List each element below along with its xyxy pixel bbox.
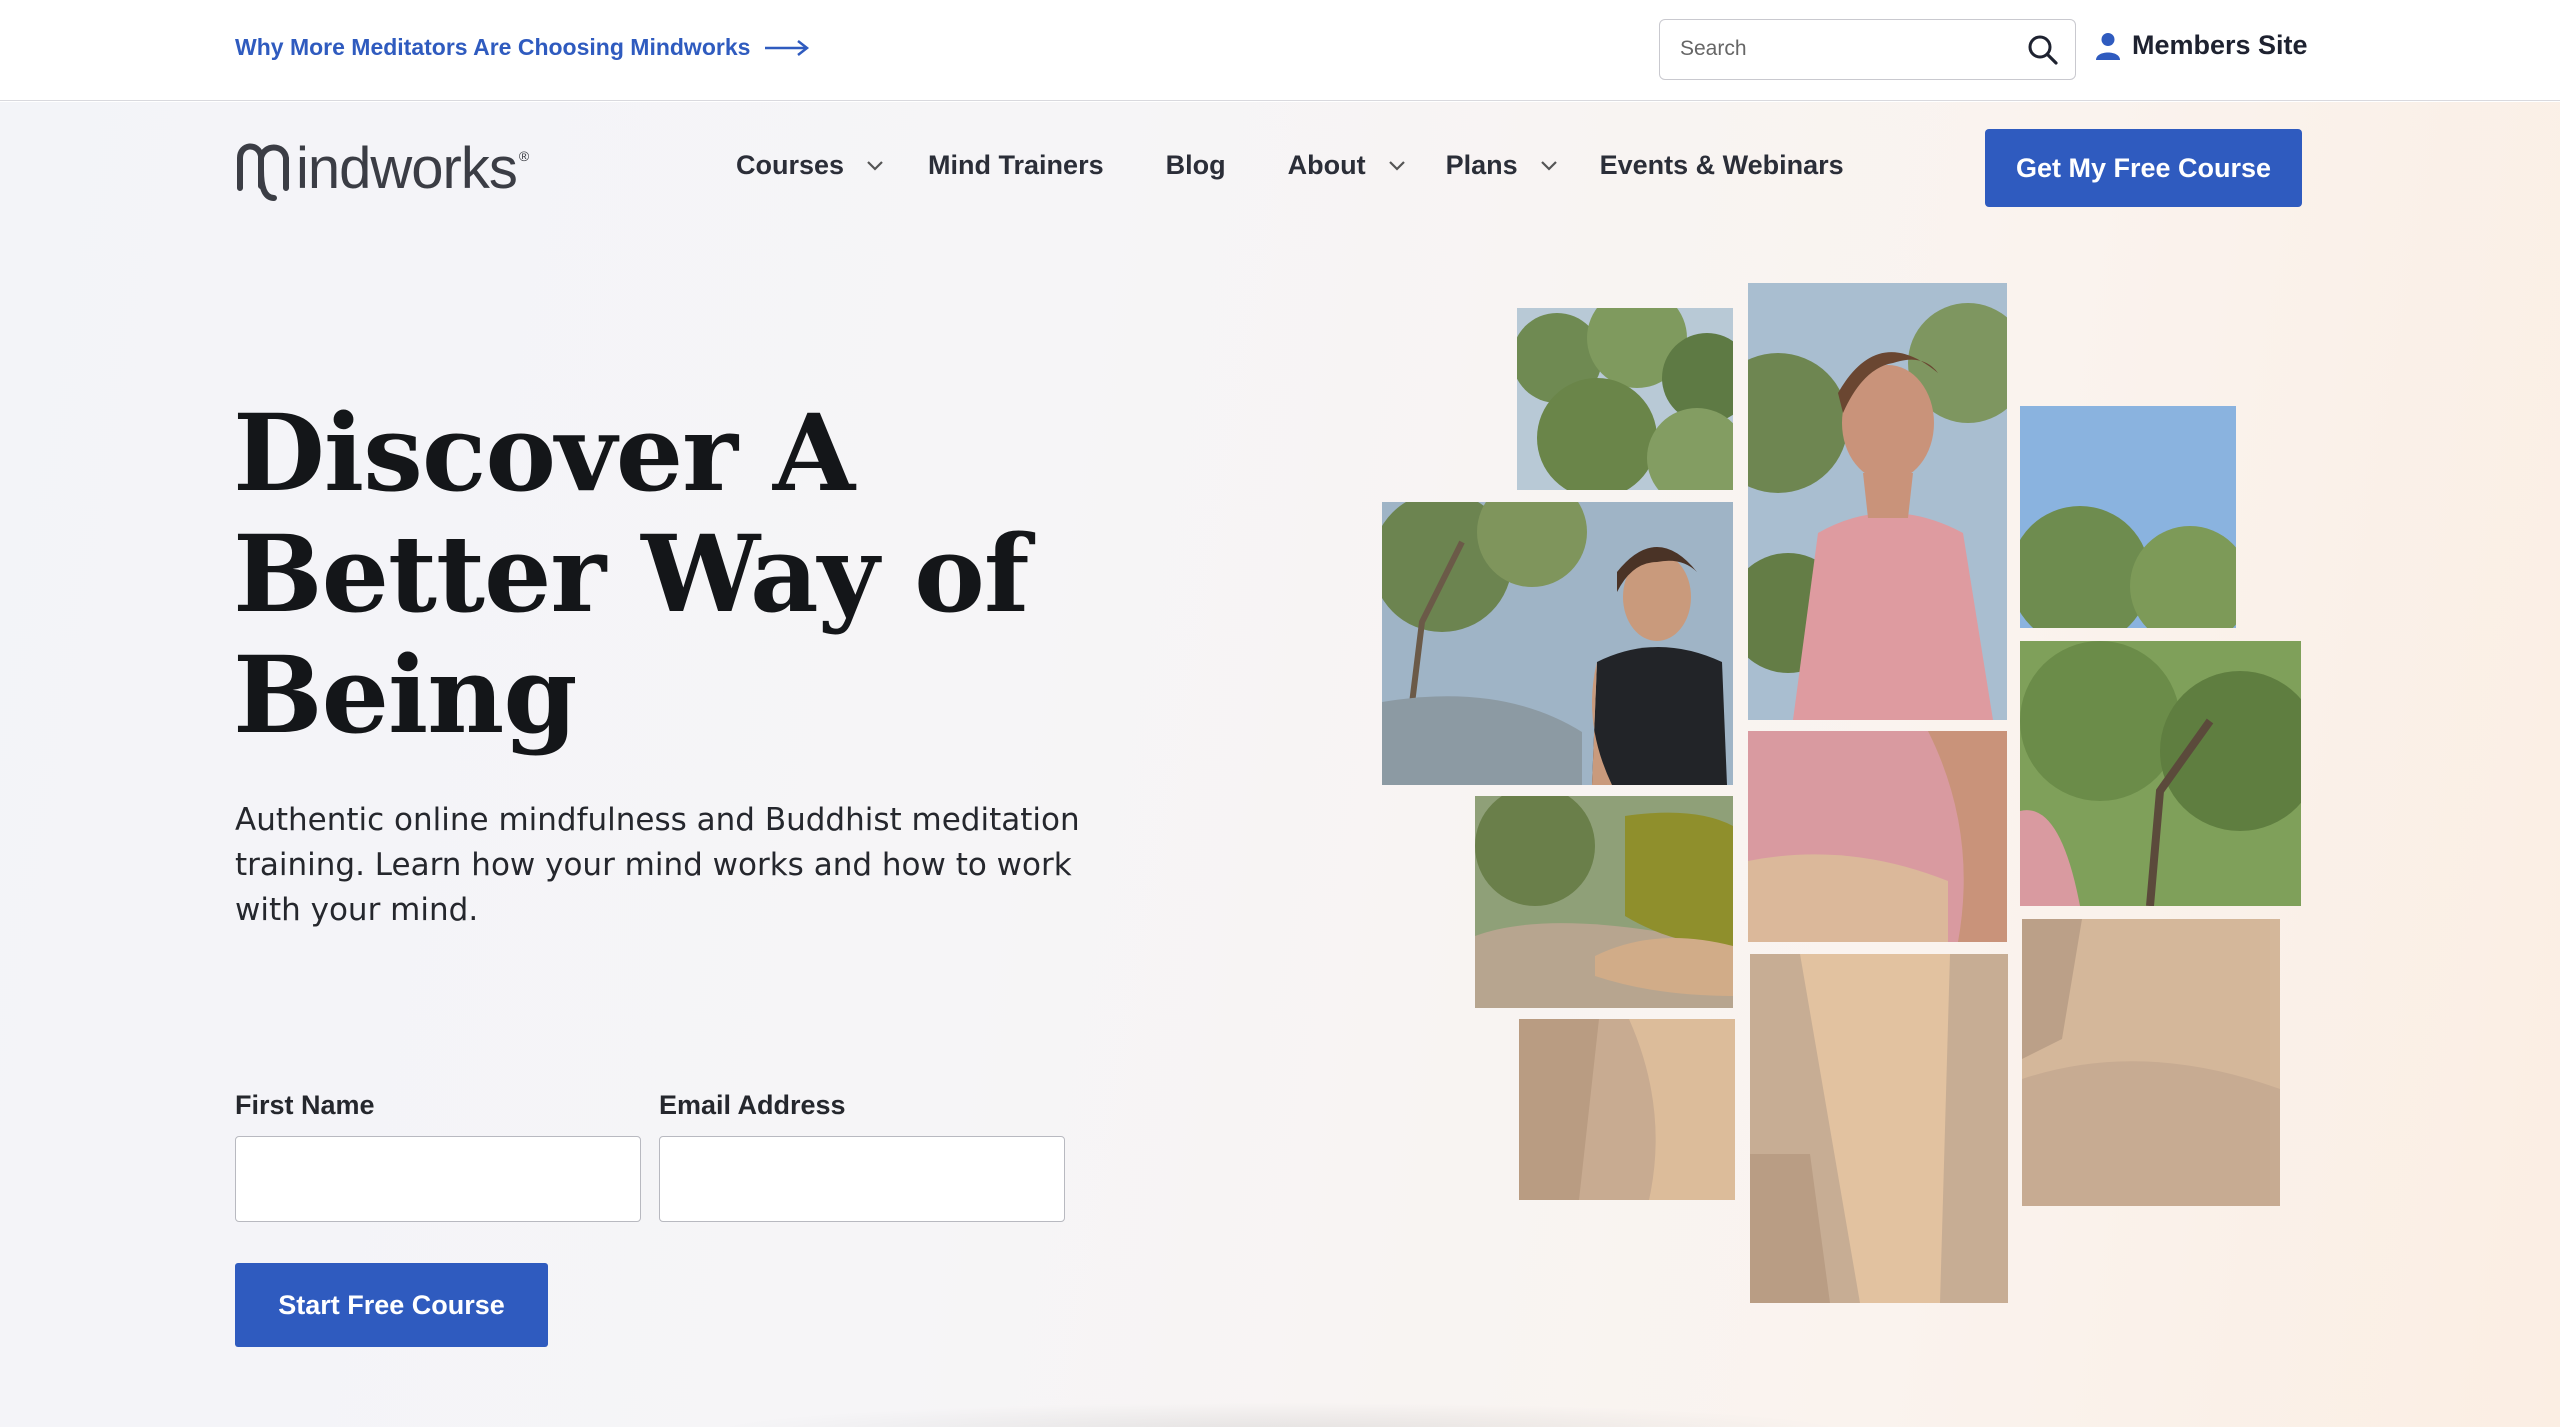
mosaic-tile-trees-right xyxy=(2020,406,2236,628)
mosaic-tile-woman xyxy=(1382,502,1733,785)
hero-section: indworks ® Courses Mind Trainers Blog Ab… xyxy=(0,102,2560,1427)
mosaic-tile-rock xyxy=(1519,1019,1735,1200)
members-site-label: Members Site xyxy=(2132,30,2308,60)
search-icon xyxy=(2028,35,2058,65)
mosaic-tile-rocks-right xyxy=(2022,919,2280,1206)
search-box xyxy=(1659,19,2076,80)
arrow-right-icon xyxy=(765,39,810,56)
section-shadow xyxy=(700,1402,1860,1427)
mosaic-tile-trees xyxy=(1517,308,1733,490)
utility-bar: Why More Meditators Are Choosing Mindwor… xyxy=(0,0,2560,101)
mosaic-tile-woman-lower xyxy=(1475,796,1733,1008)
promo-link-label: Why More Meditators Are Choosing Mindwor… xyxy=(235,34,751,60)
members-site-link[interactable]: Members Site xyxy=(2096,30,2308,61)
mosaic-tile-man-middle xyxy=(1748,731,2007,942)
promo-link[interactable]: Why More Meditators Are Choosing Mindwor… xyxy=(235,34,810,61)
mosaic-tile-tree xyxy=(2020,641,2301,906)
mosaic-tile-man-legs xyxy=(1750,954,2008,1303)
user-icon xyxy=(2096,32,2120,60)
mosaic-tile-man-upper xyxy=(1748,283,2007,720)
photo-mosaic xyxy=(0,102,2560,1427)
search-button[interactable] xyxy=(2027,34,2059,66)
search-input[interactable] xyxy=(1660,20,2020,78)
